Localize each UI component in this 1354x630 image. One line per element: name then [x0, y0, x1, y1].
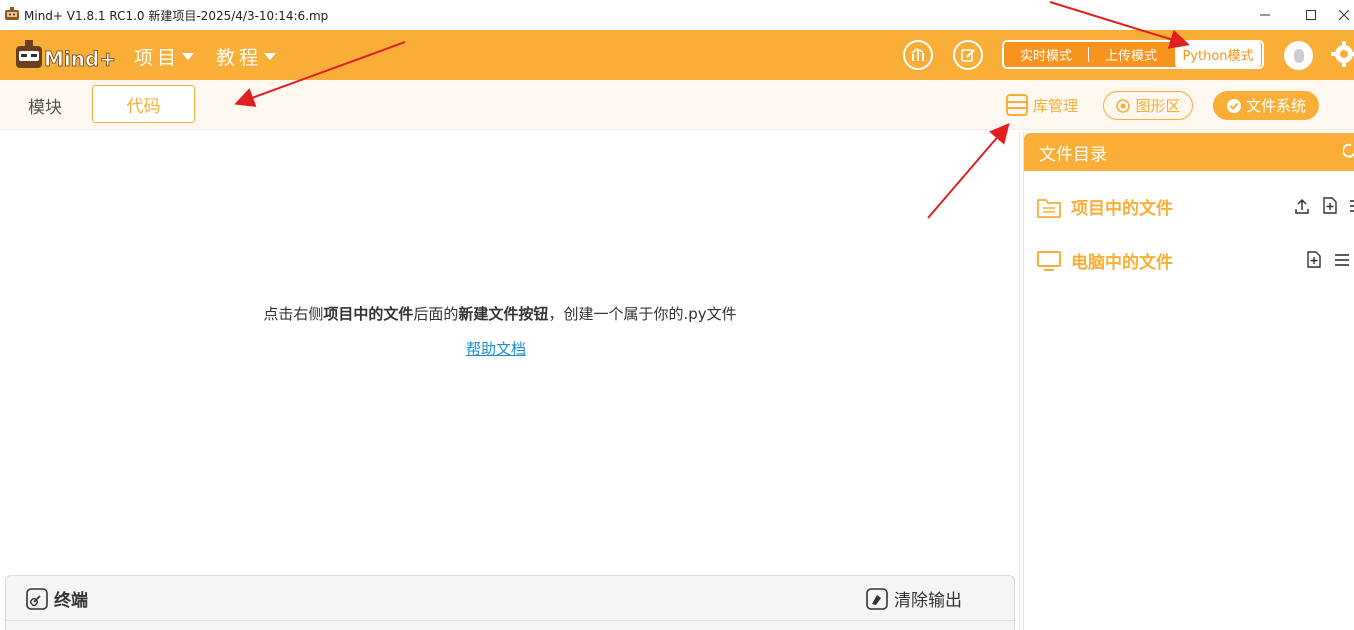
code-editor-area[interactable]: 点击右侧项目中的文件后面的新建文件按钮，创建一个属于你的.py文件 帮助文档 终… [0, 131, 1020, 630]
menu-icon[interactable] [1335, 254, 1349, 266]
menu-project-label: 项目 [134, 47, 181, 69]
clear-output-button[interactable]: 清除输出 [866, 586, 962, 611]
edit-icon [961, 49, 975, 62]
terminal-label: 终端 [54, 591, 88, 611]
caret-down-icon [264, 53, 277, 60]
refresh-icon[interactable] [1343, 143, 1354, 159]
caret-down-icon [182, 53, 195, 60]
new-file-icon[interactable] [1323, 197, 1337, 214]
hint-mid: 后面的 [413, 305, 459, 323]
radio-icon [1116, 98, 1131, 113]
file-system-button[interactable]: 文件系统 [1213, 91, 1319, 120]
avatar-icon [1293, 48, 1304, 63]
file-directory-title: 文件目录 [1039, 144, 1107, 165]
library-manager-label: 库管理 [1033, 96, 1079, 115]
folder-list-icon [1037, 198, 1061, 218]
check-circle-icon [1226, 98, 1241, 113]
chart-icon [911, 48, 924, 61]
hint-suffix: ，创建一个属于你的.py文件 [548, 305, 737, 323]
file-directory-header: 文件目录 [1024, 133, 1354, 171]
computer-files-row[interactable]: 电脑中的文件 [1037, 248, 1173, 273]
mode-realtime[interactable]: 实时模式 [1004, 42, 1088, 67]
upload-icon[interactable] [1295, 198, 1309, 214]
terminal-panel: 终端 清除输出 [5, 575, 1015, 630]
hint-project-files: 项目中的文件 [323, 305, 414, 323]
help-doc-link[interactable]: 帮助文档 [466, 338, 526, 359]
avatar[interactable] [1284, 41, 1313, 70]
computer-files-label: 电脑中的文件 [1071, 253, 1173, 273]
new-file-icon[interactable] [1307, 251, 1321, 268]
hint-new-file-button: 新建文件按钮 [458, 305, 549, 323]
mode-upload[interactable]: 上传模式 [1089, 42, 1173, 67]
monitor-icon [1037, 250, 1061, 271]
view-tabbar: 模块 代码 库管理 图形区 文件系统 [0, 80, 1354, 130]
main-toolbar: Mind+ 项目 教程 实时模式 上传模式 Python模式 [0, 30, 1354, 80]
broom-icon [866, 587, 888, 610]
menu-project[interactable]: 项目 [134, 43, 195, 70]
app-icon [5, 7, 19, 20]
close-icon [1339, 10, 1349, 20]
maximize-icon [1306, 10, 1316, 20]
edit-button[interactable] [953, 40, 983, 70]
graphics-area-button[interactable]: 图形区 [1103, 91, 1193, 120]
tab-code[interactable]: 代码 [92, 85, 195, 123]
mode-switch: 实时模式 上传模式 Python模式 [1002, 40, 1264, 69]
menu-tutorial[interactable]: 教程 [216, 43, 277, 70]
svg-text:Mind+: Mind+ [44, 47, 116, 71]
link-icon [26, 587, 48, 610]
empty-hint: 点击右侧项目中的文件后面的新建文件按钮，创建一个属于你的.py文件 [0, 303, 1000, 324]
mode-python[interactable]: Python模式 [1175, 42, 1261, 67]
terminal-divider [6, 620, 1014, 621]
file-system-label: 文件系统 [1245, 97, 1306, 115]
file-directory-panel: 文件目录 项目中的文件 电脑中的文件 [1023, 131, 1354, 630]
mindplus-logo-icon[interactable]: Mind+ [12, 36, 116, 74]
menu-icon[interactable] [1350, 200, 1354, 212]
window-title: Mind+ V1.8.1 RC1.0 新建项目-2025/4/3-10:14:6… [24, 9, 329, 23]
gear-icon[interactable] [1330, 40, 1354, 68]
terminal-title: 终端 [26, 586, 88, 611]
maximize-button[interactable] [1288, 0, 1334, 30]
library-manager-button[interactable]: 库管理 [1005, 93, 1078, 117]
close-button[interactable] [1334, 0, 1354, 30]
minimize-icon [1260, 14, 1270, 16]
graphics-area-label: 图形区 [1135, 97, 1181, 115]
hint-prefix: 点击右侧 [263, 305, 324, 323]
app-window: Mind+ V1.8.1 RC1.0 新建项目-2025/4/3-10:14:6… [0, 0, 1354, 630]
clear-output-label: 清除输出 [894, 591, 962, 611]
tab-blocks[interactable]: 模块 [28, 93, 62, 118]
menu-tutorial-label: 教程 [216, 47, 263, 69]
library-icon [1006, 94, 1028, 116]
chart-button[interactable] [903, 40, 933, 70]
project-files-row[interactable]: 项目中的文件 [1037, 194, 1173, 219]
title-bar: Mind+ V1.8.1 RC1.0 新建项目-2025/4/3-10:14:6… [0, 0, 1354, 30]
minimize-button[interactable] [1242, 0, 1288, 30]
project-files-label: 项目中的文件 [1071, 199, 1173, 219]
